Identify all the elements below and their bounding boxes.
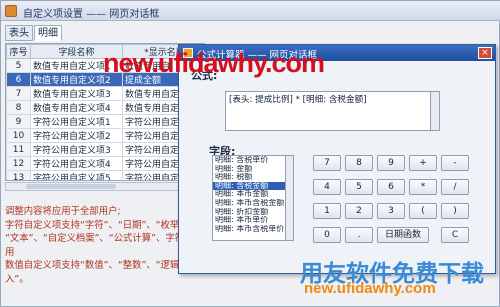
list-item[interactable]: 明细: 本币单价 [213,216,285,225]
key-2-button[interactable]: 2 [345,203,373,219]
table-row[interactable]: 9 字符公用自定义项1 字符公用自定... [6,114,204,129]
table-row[interactable]: 11 字符公用自定义项3 字符公用自定... [6,142,204,157]
key-open-paren-button[interactable]: ( [409,203,437,219]
key-multiply-button[interactable]: * [409,179,437,195]
column-header-no[interactable]: 序号 [6,44,31,59]
row-no: 12 [6,156,31,171]
key-plus-button[interactable]: + [409,155,437,171]
list-item[interactable]: 明细: 金额 [213,165,285,174]
grid-horizontal-scrollbar[interactable] [5,182,205,191]
window-title: 自定义项设置 —— 网页对话框 [23,9,160,20]
key-7-button[interactable]: 7 [313,155,341,171]
key-8-button[interactable]: 8 [345,155,373,171]
watermark-url-top: new.ufidawhy.com [103,48,325,78]
note-line: 数值自定义项支持“数值”、“整数”、“逻辑” [5,260,185,272]
note-line: 调整内容将应用于全部用户; [5,206,121,217]
key-close-paren-button[interactable]: ) [441,203,469,219]
note-line: 字符自定义项支持“字符”、“日期”、“枚举”、 [5,219,194,231]
note-line: “文本”、“自定义档案”、“公式计算”、字符公用 [5,233,194,258]
key-dot-button[interactable]: . [345,227,373,243]
watermark-url-bottom: new.ufidawhy.com [304,280,436,297]
scrollbar-thumb[interactable] [26,184,116,189]
list-item[interactable]: 明细: 本币含税金额 [213,199,285,208]
list-item[interactable]: 明细: 折扣金额 [213,208,285,217]
date-function-button[interactable]: 日期函数 [377,227,429,243]
key-1-button[interactable]: 1 [313,203,341,219]
key-3-button[interactable]: 3 [377,203,405,219]
row-no: 5 [6,58,31,73]
row-no: 9 [6,114,31,129]
list-item[interactable]: 明细: 税额 [213,173,285,182]
clear-button[interactable]: C [441,227,469,243]
screenshot: { "back_window": { "title": "自定义项设置 —— 网… [0,0,500,307]
row-field: 字符公用自定义项2 [30,128,123,143]
formula-input[interactable]: [表头: 提成比例] * [明细: 含税金额] [225,91,431,131]
key-minus-button[interactable]: - [441,155,469,171]
row-field: 数值专用自定义项3 [30,86,123,101]
row-field: 字符公用自定义项5 [30,170,123,180]
row-no: 11 [6,142,31,157]
key-divide-button[interactable]: / [441,179,469,195]
row-no: 7 [6,86,31,101]
notes-text: 调整内容将应用于全部用户; 字符自定义项支持“字符”、“日期”、“枚举”、 “文… [5,205,201,287]
row-no: 6 [6,72,31,87]
formula-scrollbar[interactable] [431,91,440,131]
note-line: 入”。 [5,273,29,285]
table-row[interactable]: 12 字符公用自定义项4 字符公用自定... [6,156,204,171]
row-field: 字符公用自定义项1 [30,114,123,129]
key-6-button[interactable]: 6 [377,179,405,195]
table-row[interactable]: 7 数值专用自定义项3 数值专用自定... [6,86,204,101]
tab-header[interactable]: 表头 [5,25,33,41]
list-item[interactable]: 明细: 本币含税单价 [213,225,285,234]
key-9-button[interactable]: 9 [377,155,405,171]
list-item-selected[interactable]: 明细: 含税金额 [213,181,285,191]
row-no: 10 [6,128,31,143]
field-list-scrollbar[interactable] [286,155,294,241]
field-list[interactable]: 明细: 含税单价 明细: 金额 明细: 税额 明细: 含税金额 明细: 本币金额… [212,155,286,241]
app-icon [5,5,17,17]
key-0-button[interactable]: 0 [313,227,341,243]
tab-detail[interactable]: 明细 [34,25,62,41]
row-field: 字符公用自定义项4 [30,156,123,171]
window-title-bar: 自定义项设置 —— 网页对话框 [1,1,500,21]
key-5-button[interactable]: 5 [345,179,373,195]
table-row[interactable]: 10 字符公用自定义项2 字符公用自定... [6,128,204,143]
key-4-button[interactable]: 4 [313,179,341,195]
row-field: 数值专用自定义项4 [30,100,123,115]
table-row[interactable]: 8 数值专用自定义项4 数值专用自定... [6,100,204,115]
row-field: 字符公用自定义项3 [30,142,123,157]
list-item[interactable]: 明细: 本币金额 [213,190,285,199]
row-no: 13 [6,170,31,180]
list-item[interactable]: 明细: 含税单价 [213,156,285,165]
close-icon[interactable]: × [478,47,492,59]
row-no: 8 [6,100,31,115]
table-row[interactable]: 13 字符公用自定义项5 字符公用自定... [6,170,204,180]
